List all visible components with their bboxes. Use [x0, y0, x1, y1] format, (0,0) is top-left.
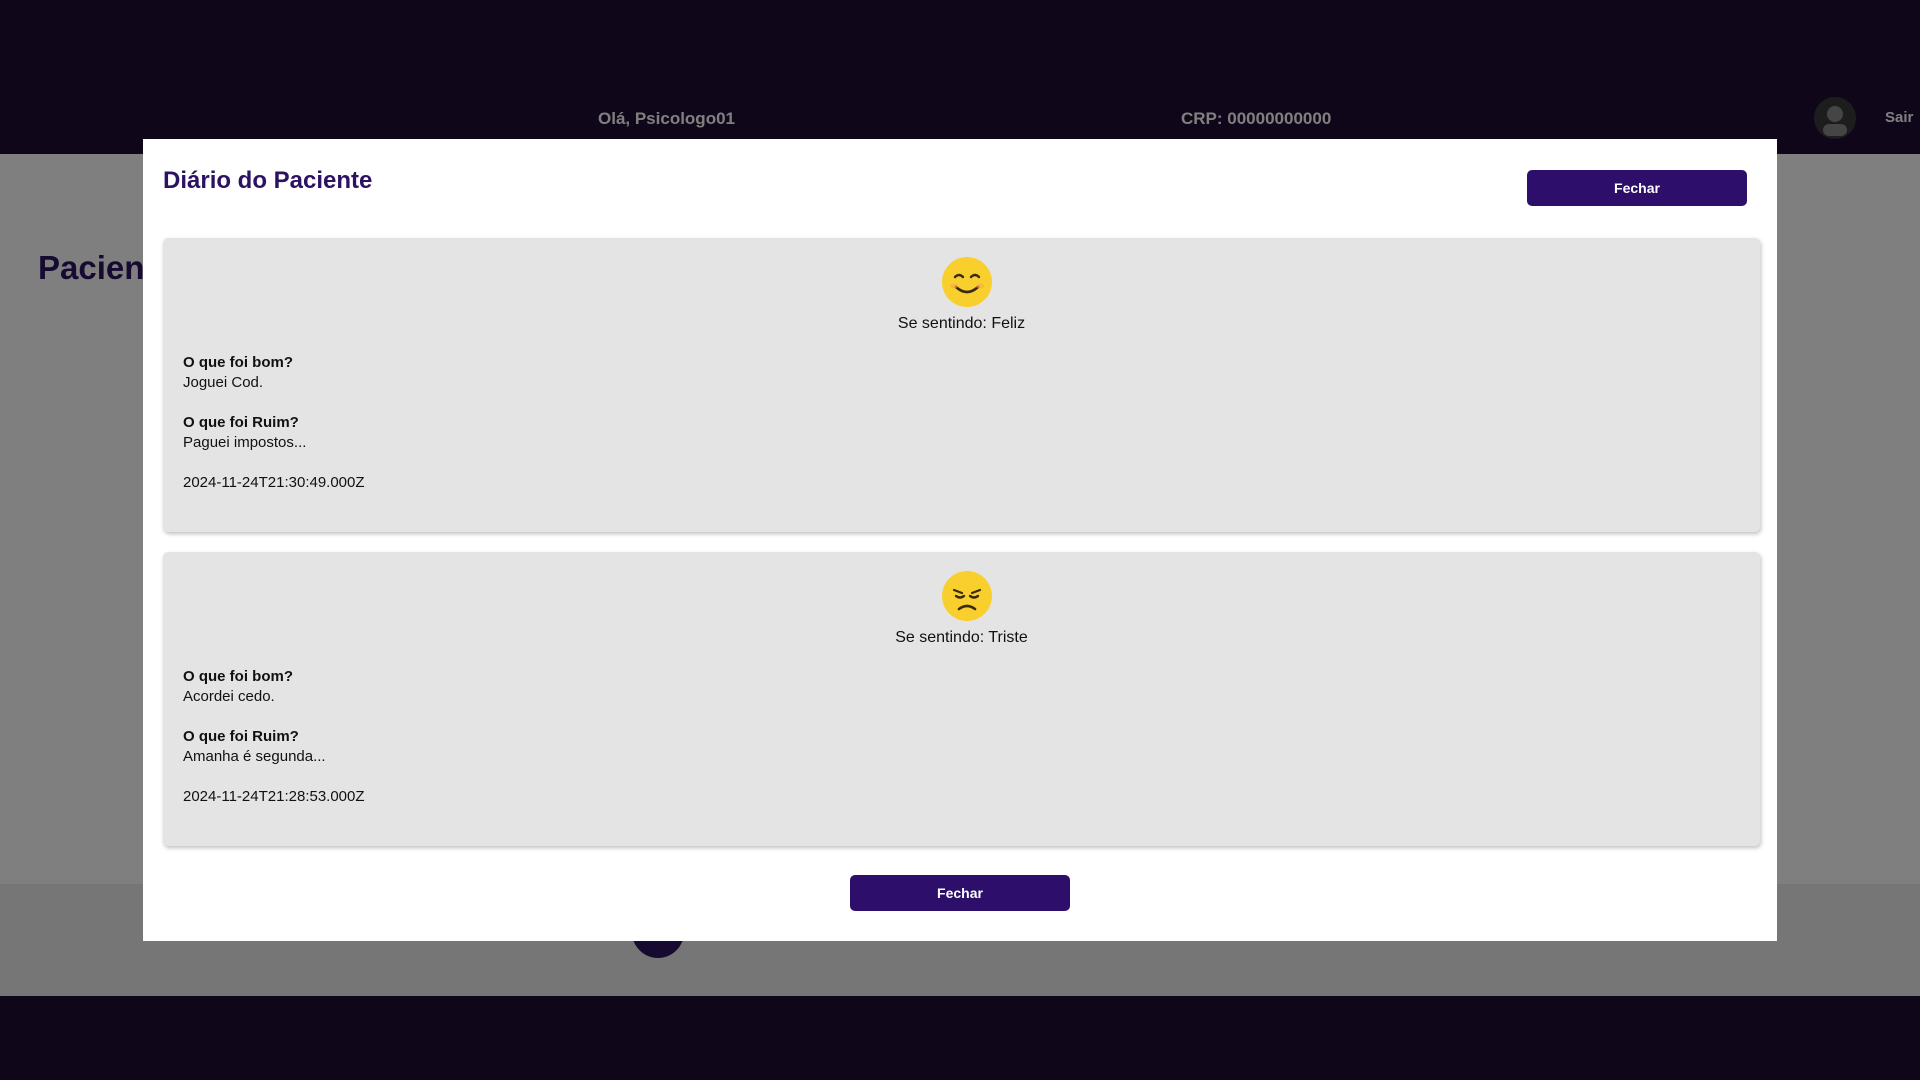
mood-value: Feliz	[991, 315, 1026, 332]
close-button-top[interactable]: Fechar	[1527, 170, 1747, 206]
smiling-face-icon	[942, 257, 992, 307]
bad-value: Amanha é segunda...	[183, 748, 326, 765]
entry-timestamp: 2024-11-24T21:30:49.000Z	[183, 474, 365, 491]
diary-entry: Se sentindo: Feliz O que foi bom? Joguei…	[163, 238, 1760, 532]
entry-timestamp: 2024-11-24T21:28:53.000Z	[183, 788, 365, 805]
bad-label: O que foi Ruim?	[183, 414, 299, 431]
bad-label: O que foi Ruim?	[183, 728, 299, 745]
modal-title: Diário do Paciente	[163, 167, 373, 194]
bad-value: Paguei impostos...	[183, 434, 307, 451]
good-value: Joguei Cod.	[183, 374, 264, 391]
patient-diary-modal: Diário do Paciente Fechar Se sentindo: F…	[143, 139, 1777, 941]
good-label: O que foi bom?	[183, 354, 293, 371]
diary-entry: Se sentindo: Triste O que foi bom? Acord…	[163, 552, 1760, 846]
mood-value: Triste	[988, 629, 1028, 646]
mood-text: Se sentindo: Feliz	[163, 315, 1760, 333]
diary-entries-list: Se sentindo: Feliz O que foi bom? Joguei…	[163, 238, 1760, 866]
mood-prefix: Se sentindo:	[895, 629, 989, 646]
sad-face-icon	[942, 571, 992, 621]
good-label: O que foi bom?	[183, 668, 293, 685]
mood-prefix: Se sentindo:	[897, 315, 992, 332]
mood-text: Se sentindo: Triste	[163, 629, 1760, 647]
close-button-bottom[interactable]: Fechar	[850, 875, 1070, 911]
good-value: Acordei cedo.	[183, 688, 275, 705]
